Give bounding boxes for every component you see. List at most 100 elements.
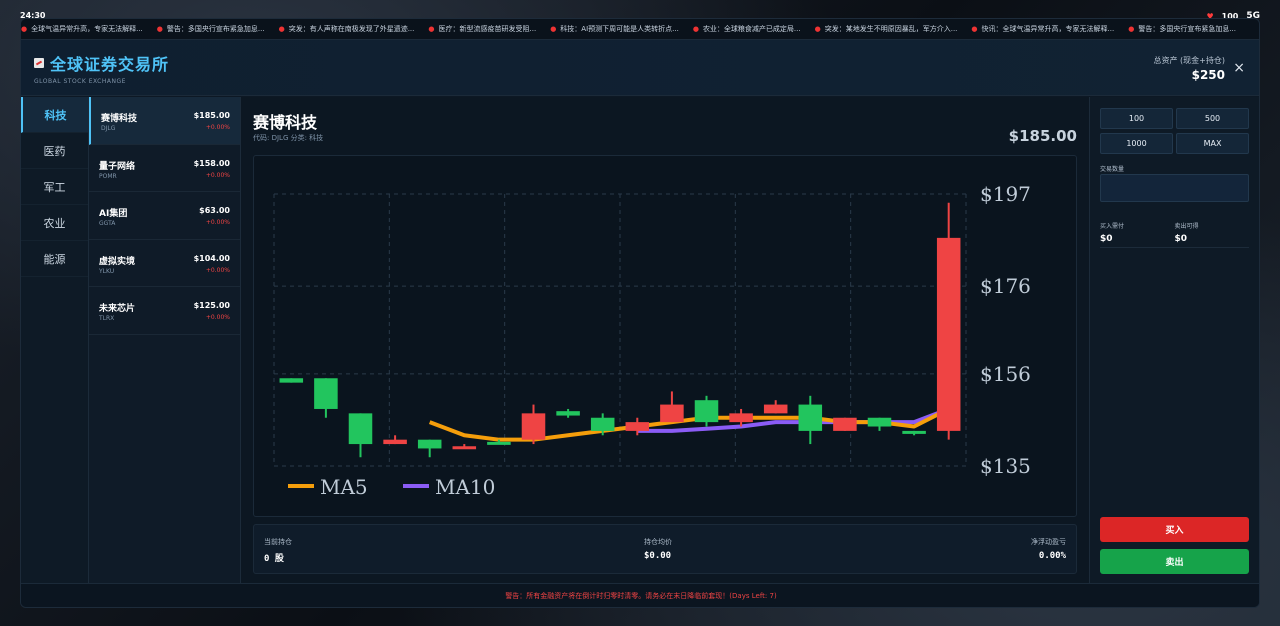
bullet-icon: ● <box>692 25 699 33</box>
stock-row[interactable]: AI集团 GGTA $63.00 +0.00% <box>89 192 240 240</box>
category-tab[interactable]: 科技 <box>21 97 88 133</box>
ticker-text: 警告：多国央行宣布紧急加息... <box>166 25 265 33</box>
buy-cost-value: $0 <box>1100 234 1113 244</box>
sell-proceeds: 卖出可得 $0 <box>1175 221 1250 244</box>
category-tab[interactable]: 军工 <box>21 169 88 205</box>
quantity-presets: 100 500 1000 MAX <box>1100 108 1249 154</box>
chart-icon <box>34 58 44 68</box>
stock-title: 赛博科技 <box>253 113 318 132</box>
candle-body <box>452 446 477 450</box>
stock-name: 量子网络 <box>99 161 136 172</box>
sell-button[interactable]: 卖出 <box>1100 549 1249 574</box>
buy-cost: 买入需付 $0 <box>1100 221 1175 244</box>
candle-body <box>590 417 615 431</box>
category-tab[interactable]: 能源 <box>21 241 88 277</box>
y-tick-label: $135 <box>980 454 1031 478</box>
bullet-icon: ● <box>156 25 163 33</box>
ticker-item: ● 农业：全球粮食减产已成定局... <box>693 24 801 34</box>
stock-code: YLKU <box>99 267 115 275</box>
legend-label: MA10 <box>435 475 495 499</box>
holding-label: 当前持仓 <box>264 538 292 546</box>
candle-body <box>487 441 511 445</box>
footer-warning: 警告：所有金融资产将在倒计时归零时清零。请务必在末日降临前套现！(Days Le… <box>21 583 1259 607</box>
bullet-icon: ● <box>971 25 978 33</box>
category-sidebar: 科技 医药 军工 农业 能源 <box>21 97 89 585</box>
candle-body <box>763 404 788 414</box>
ticker-text: 快讯：全球气温异常升高，专家无法解释... <box>981 25 1115 33</box>
stock-change: +0.00% <box>205 314 230 321</box>
ticker-text: 突发：某地发生不明原因暴乱，军方介入... <box>824 25 958 33</box>
avg-price-label: 持仓均价 <box>644 538 672 546</box>
ticker-text: 警告：多国央行宣布紧急加息... <box>1138 25 1237 33</box>
candle-body <box>729 413 753 423</box>
stock-row[interactable]: 赛博科技 DJLG $185.00 +0.00% <box>89 97 240 145</box>
stock-name: AI集团 <box>99 209 128 219</box>
stock-detail: 赛博科技 代码: DJLG 分类: 科技 $185.00 $197 $176 $15… <box>241 97 1089 585</box>
total-assets-label: 总资产 (现金+持仓) <box>1153 56 1226 65</box>
total-assets-value: $250 <box>1191 68 1225 82</box>
position-summary: 当前持仓 0 股 持仓均价 $0.00 净浮动盈亏 0.00% <box>253 524 1077 574</box>
chart-svg: $197 $176 $156 $135 MA5 MA10 <box>273 182 1031 499</box>
quantity-input[interactable] <box>1100 174 1249 202</box>
candle-body <box>867 417 892 427</box>
qty-1000-button[interactable]: 1000 <box>1100 133 1173 154</box>
holding-info: 当前持仓 0 股 <box>264 537 292 564</box>
pnl-info: 净浮动盈亏 0.00% <box>1031 537 1066 561</box>
ticker-item: ● 警告：多国央行宣布紧急加息... <box>157 24 265 34</box>
exchange-window: ● 全球气温异常升高，专家无法解释... ● 警告：多国央行宣布紧急加息... ● 突发：… <box>20 18 1260 608</box>
stock-row[interactable]: 量子网络 POMR $158.00 +0.00% <box>89 145 240 192</box>
avg-price-value: $0.00 <box>644 551 672 561</box>
candle-body <box>348 413 373 445</box>
candle-body <box>383 439 407 445</box>
candle-body <box>556 411 580 416</box>
qty-500-button[interactable]: 500 <box>1176 108 1249 129</box>
stock-row-price: $125.00 <box>193 301 230 310</box>
stock-change: +0.00% <box>205 171 230 179</box>
stock-row[interactable]: 未来芯片 TLRX $125.00 +0.00% <box>89 287 240 335</box>
news-ticker: ● 全球气温异常升高，专家无法解释... ● 警告：多国央行宣布紧急加息... ● 突发：… <box>21 19 1259 40</box>
stock-row-price: $158.00 <box>193 158 230 168</box>
qty-max-button[interactable]: MAX <box>1176 133 1249 154</box>
y-tick-label: $176 <box>980 274 1031 298</box>
legend-label: MA5 <box>320 475 368 499</box>
candle-body <box>521 413 546 440</box>
stock-name: 未来芯片 <box>99 304 136 314</box>
category-tab[interactable]: 医药 <box>21 133 88 169</box>
avg-price-info: 持仓均价 $0.00 <box>644 537 672 561</box>
qty-100-button[interactable]: 100 <box>1100 108 1173 129</box>
stock-code: TLRX <box>99 315 115 322</box>
ticker-item: ● 科技：AI预测下周可能是人类转折点... <box>550 24 679 34</box>
buy-button[interactable]: 买入 <box>1100 517 1249 542</box>
stock-code: GGTA <box>99 220 116 227</box>
bullet-icon: ● <box>21 25 28 33</box>
stock-row-price: $63.00 <box>199 206 230 215</box>
ticker-text: 医疗：新型流感疫苗研发受阻... <box>438 25 537 33</box>
stock-code: POMR <box>99 172 117 180</box>
candlestick-chart: $197 $176 $156 $135 MA5 MA10 <box>253 155 1077 517</box>
stock-row[interactable]: 虚拟实境 YLKU $104.00 +0.00% <box>89 240 240 287</box>
candle-body <box>902 430 926 434</box>
bullet-icon: ● <box>428 25 435 33</box>
quantity-label: 交易数量 <box>1100 166 1125 173</box>
status-bar: 24:30 ♥ 100 5G <box>0 0 1280 21</box>
candle-body <box>417 439 442 449</box>
stock-change: +0.00% <box>205 124 230 131</box>
total-assets: 总资产 (现金+持仓) $250 <box>1154 55 1226 82</box>
stock-meta: 代码: DJLG 分类: 科技 <box>253 134 324 142</box>
holding-value: 0 股 <box>264 554 284 564</box>
buy-cost-label: 买入需付 <box>1100 223 1125 230</box>
candle-body <box>660 404 684 423</box>
bullet-icon: ● <box>278 25 285 33</box>
ticker-text: 突发：有人声称在南极发现了外星遗迹... <box>288 25 415 33</box>
pnl-value: 0.00% <box>1038 551 1066 561</box>
sell-proceeds-label: 卖出可得 <box>1174 223 1199 230</box>
ticker-text: 全球气温异常升高，专家无法解释... <box>31 25 143 33</box>
candle-body <box>314 378 338 409</box>
category-tab[interactable]: 农业 <box>21 205 88 241</box>
candle-body <box>936 237 961 431</box>
close-icon[interactable]: × <box>1233 60 1245 76</box>
cost-summary: 买入需付 $0 卖出可得 $0 <box>1100 221 1249 244</box>
bullet-icon: ● <box>550 25 557 33</box>
ticker-item: ● 突发：某地发生不明原因暴乱，军方介入... <box>815 24 958 34</box>
stock-change: +0.00% <box>205 266 230 274</box>
